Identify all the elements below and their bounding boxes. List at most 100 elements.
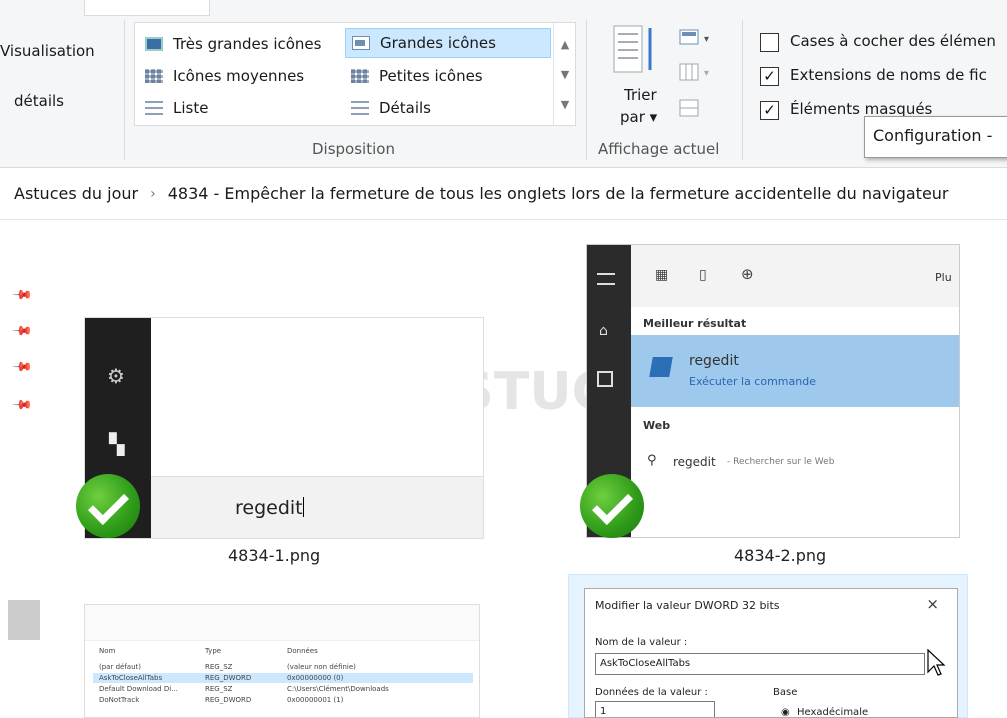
pin-icon[interactable]: 📌	[11, 394, 33, 416]
thumbnail-4834-1[interactable]: ⚙ ▚ regedit	[84, 317, 484, 539]
table-cell: Default Download Di...	[99, 685, 178, 693]
details-pane-button[interactable]: détails	[14, 92, 64, 110]
svg-text:▾: ▾	[704, 34, 709, 45]
view-option-icons[interactable]: ▾ ▾	[678, 28, 722, 128]
layout-list[interactable]: Liste	[139, 93, 345, 123]
col-header: Données	[287, 647, 318, 655]
layout-extra-large-icons[interactable]: Très grandes icônes	[139, 29, 345, 59]
nav-pane-scroll-thumb[interactable]	[8, 600, 40, 640]
hidden-items-checkbox[interactable]: ✓	[760, 101, 779, 120]
breadcrumb-separator-icon[interactable]: ›	[150, 186, 156, 202]
pin-icon[interactable]: 📌	[11, 356, 33, 378]
table-cell: 0x00000000 (0)	[287, 674, 344, 682]
layout-gallery: Très grandes icônes Grandes icônes Icône…	[134, 22, 576, 126]
breadcrumb: Astuces du jour › 4834 - Empêcher la fer…	[0, 168, 1007, 220]
layout-gallery-scroll: ▲ ▼ ▼	[553, 22, 576, 126]
hamburger-icon	[597, 273, 615, 285]
close-icon: ×	[926, 595, 939, 613]
list-icon	[145, 101, 163, 115]
value-name-label: Nom de la valeur :	[595, 637, 688, 648]
value-data-label: Données de la valeur :	[595, 687, 708, 698]
search-scope-bar: ▦ ▯ ⊕ Plu	[631, 245, 959, 307]
document-icon: ▯	[699, 267, 707, 283]
sort-icon	[613, 25, 652, 73]
table-cell: (valeur non définie)	[287, 663, 356, 671]
table-cell: AskToCloseAllTabs	[99, 674, 163, 682]
file-extensions-checkbox[interactable]: ✓	[760, 67, 779, 86]
svg-text:▾: ▾	[704, 68, 709, 79]
layout-item-label: Liste	[173, 99, 209, 117]
scroll-up-icon[interactable]: ▲	[554, 38, 576, 51]
table-cell: REG_SZ	[205, 663, 233, 671]
checkmark-badge-icon	[76, 474, 140, 538]
user-icon: ▚	[109, 432, 125, 456]
large-icons-icon	[352, 36, 370, 50]
best-result-item: regedit Exécuter la commande	[631, 335, 959, 407]
base-label: Base	[773, 687, 798, 698]
table-cell: 0x00000001 (1)	[287, 696, 344, 704]
gear-icon: ⚙	[107, 364, 125, 388]
more-label: Plu	[935, 271, 952, 284]
pin-icon[interactable]: 📌	[11, 320, 33, 342]
layout-small-icons[interactable]: Petites icônes	[345, 61, 551, 91]
checkmark-badge-icon	[580, 474, 644, 538]
dialog-title: Modifier la valeur DWORD 32 bits	[595, 599, 780, 612]
layout-item-label: Très grandes icônes	[173, 35, 322, 53]
start-search-box: regedit	[151, 476, 483, 538]
globe-icon: ⊕	[741, 265, 754, 283]
gallery-expand-icon[interactable]: ▼	[554, 98, 576, 111]
group-separator	[124, 20, 125, 160]
scroll-down-icon[interactable]: ▼	[554, 68, 576, 81]
hex-radio-label: Hexadécimale	[797, 707, 869, 718]
breadcrumb-item[interactable]: 4834 - Empêcher la fermeture de tous les…	[168, 184, 949, 203]
extra-large-icons-icon	[145, 37, 163, 51]
value-data-field: 1	[595, 701, 715, 717]
best-result-header: Meilleur résultat	[643, 317, 747, 330]
table-cell: (par défaut)	[99, 663, 141, 671]
item-checkboxes-checkbox[interactable]	[760, 33, 779, 52]
layout-details[interactable]: Détails	[345, 93, 551, 123]
layout-item-label: Icônes moyennes	[173, 67, 305, 85]
regedit-icon	[649, 357, 673, 377]
table-cell: REG_DWORD	[205, 674, 252, 682]
web-item-sub: - Rechercher sur le Web	[727, 457, 835, 467]
apps-icon: ▦	[655, 267, 669, 283]
thumbnail-dword-dialog[interactable]: Modifier la valeur DWORD 32 bits × Nom d…	[584, 588, 958, 718]
table-cell: REG_SZ	[205, 685, 233, 693]
search-text: regedit	[235, 497, 304, 519]
search-icon: ⚲	[647, 453, 657, 468]
sort-by-button[interactable]: Trier par ▾	[610, 22, 666, 132]
layout-item-label: Détails	[379, 99, 432, 117]
ribbon: Visualisation détails Très grandes icône…	[0, 0, 1007, 168]
medium-icons-icon	[145, 69, 163, 83]
file-name: 4834-1.png	[228, 546, 321, 565]
details-icon	[351, 101, 369, 115]
layout-medium-icons[interactable]: Icônes moyennes	[139, 61, 345, 91]
view-pane-button[interactable]: Visualisation	[0, 42, 95, 60]
file-extensions-label: Extensions de noms de fic	[790, 66, 987, 84]
thumbnail-header	[85, 605, 479, 641]
hex-radio-icon: ◉	[781, 707, 790, 718]
group-separator	[742, 20, 743, 160]
home-icon: ⌂	[599, 323, 608, 339]
pin-icon[interactable]: 📌	[11, 284, 33, 306]
layout-large-icons[interactable]: Grandes icônes	[345, 28, 551, 58]
sort-label: Trier	[624, 86, 657, 104]
contact-icon	[597, 371, 613, 387]
mouse-cursor-icon	[927, 648, 946, 676]
web-item: regedit	[673, 455, 716, 469]
table-cell: REG_DWORD	[205, 696, 252, 704]
web-header: Web	[643, 419, 671, 432]
tooltip: Configuration -	[864, 116, 1007, 158]
col-header: Nom	[99, 647, 116, 655]
file-name: 4834-2.png	[734, 546, 827, 565]
ribbon-tab-edge	[84, 0, 210, 16]
layout-item-label: Petites icônes	[379, 67, 483, 85]
breadcrumb-item[interactable]: Astuces du jour	[14, 184, 138, 203]
col-header: Type	[205, 647, 222, 655]
table-cell: DoNotTrack	[99, 696, 140, 704]
thumbnail-registry-list[interactable]: Nom Type Données (par défaut) REG_SZ (va…	[84, 604, 480, 718]
group-separator	[586, 20, 587, 160]
sort-label: par ▾	[620, 108, 658, 126]
thumbnail-4834-2[interactable]: ⌂ ▦ ▯ ⊕ Plu Meilleur résultat regedit Ex…	[586, 244, 960, 538]
